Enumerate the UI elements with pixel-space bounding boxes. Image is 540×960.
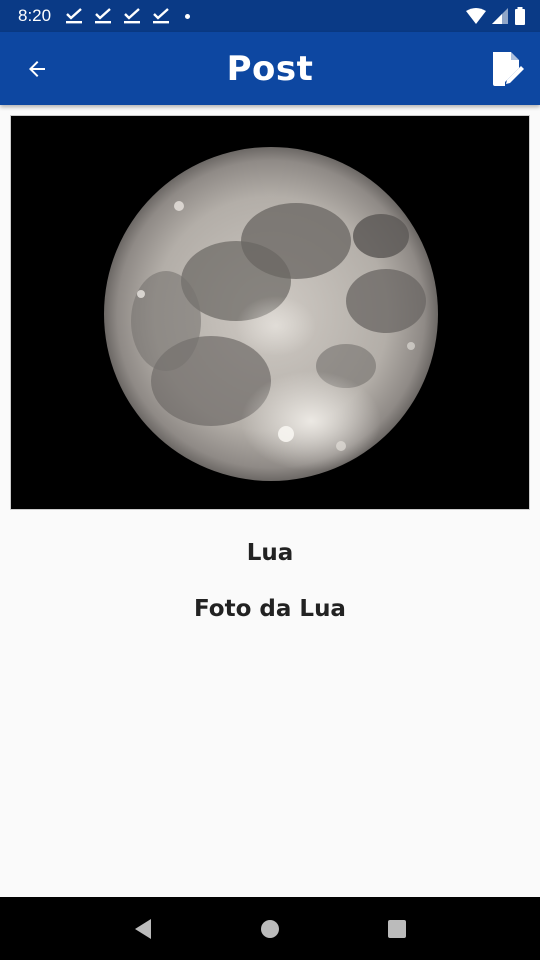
battery-icon [515,7,525,25]
system-nav-bar [0,897,540,960]
more-notifications-dot [185,13,191,19]
back-triangle-icon [135,918,152,939]
notification-icons [65,8,191,24]
nav-back-button[interactable] [123,909,163,949]
page-title: Post [226,48,314,89]
moon-image [11,116,529,509]
recents-square-icon [387,919,406,938]
back-button[interactable] [20,52,54,86]
post-title: Lua [246,540,294,566]
edit-note-icon [493,52,524,86]
arrow-back-icon [29,61,45,77]
system-icons [466,7,526,25]
nav-home-button[interactable] [250,909,290,949]
edit-button[interactable] [488,49,528,89]
cell-signal-icon [492,8,508,24]
post-description: Foto da Lua [194,596,346,622]
download-done-icon [153,8,170,24]
nav-recents-button[interactable] [377,909,417,949]
status-bar: 8:20 [0,0,540,32]
download-done-icon [95,8,112,24]
home-circle-icon [260,919,279,938]
download-done-icon [66,8,83,24]
wifi-icon [466,8,486,24]
post-image [10,115,530,510]
download-done-icon [124,8,141,24]
status-time: 8:20 [18,6,52,25]
app-bar: Post [0,32,540,105]
